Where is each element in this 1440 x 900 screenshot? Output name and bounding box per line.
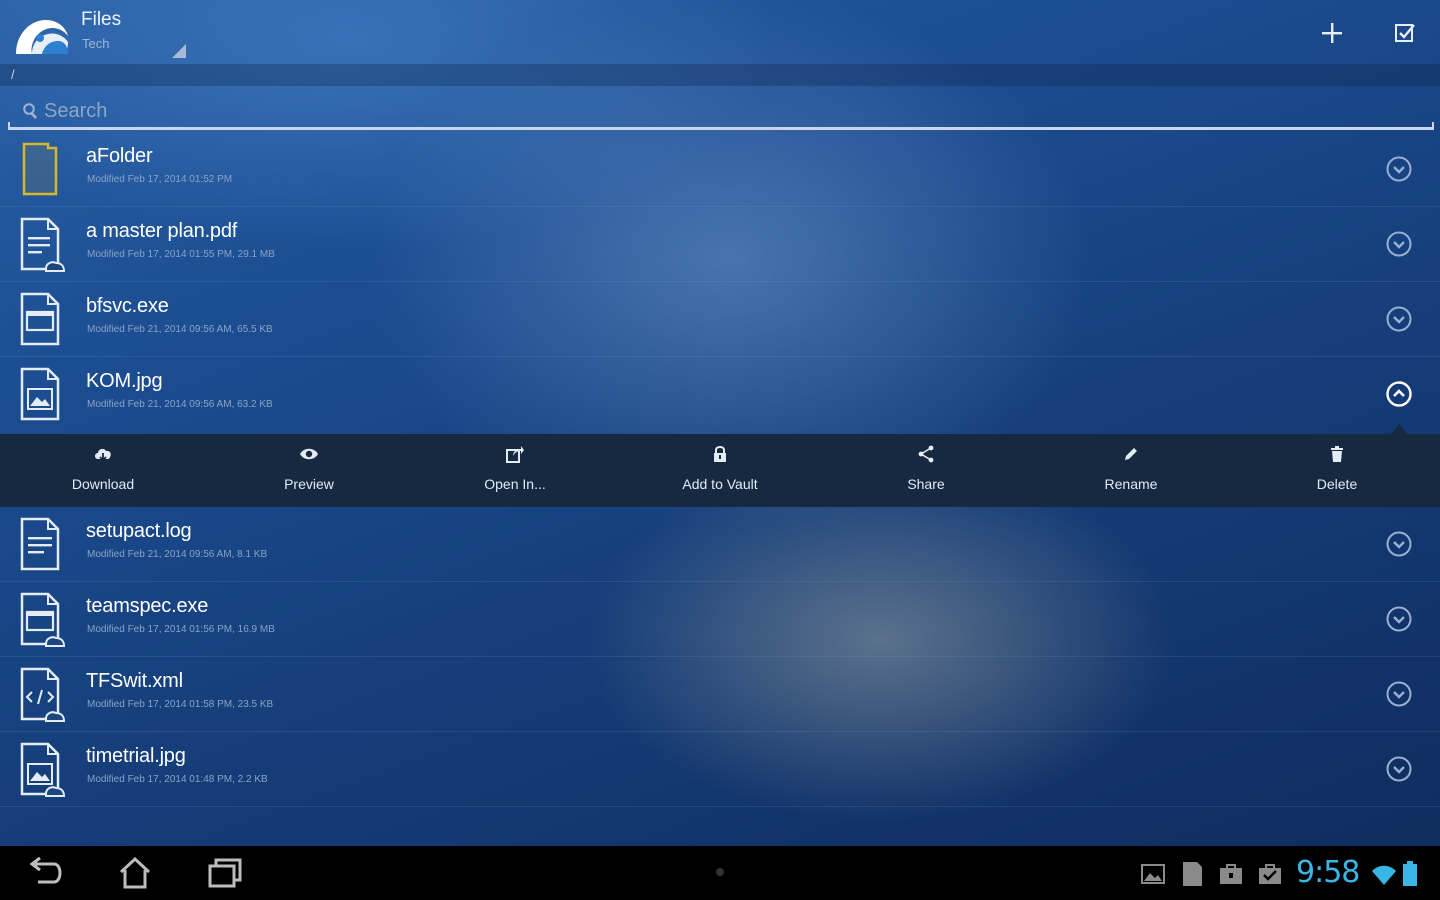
file-name: setupact.log — [86, 520, 192, 542]
file-name: a master plan.pdf — [86, 220, 238, 242]
app-logo-icon[interactable] — [12, 10, 72, 60]
list-item[interactable]: bfsvc.exe Modified Feb 21, 2014 09:56 AM… — [0, 282, 1440, 357]
file-meta: Modified Feb 21, 2014 09:56 AM, 8.1 KB — [87, 549, 268, 560]
action-bar: Files Tech — [0, 0, 1440, 66]
share-icon — [918, 445, 934, 463]
account-subtitle[interactable]: Tech — [82, 36, 109, 51]
add-button[interactable] — [1317, 18, 1347, 48]
application-icon — [20, 292, 60, 346]
file-name: teamspec.exe — [86, 595, 209, 617]
add-to-vault-button[interactable]: Add to Vault — [640, 434, 800, 507]
status-clock[interactable]: 9:58 — [1296, 855, 1360, 890]
breadcrumb: / — [0, 64, 1440, 86]
select-mode-button[interactable] — [1390, 18, 1420, 48]
wifi-icon — [1372, 865, 1396, 885]
delete-button[interactable]: Delete — [1257, 434, 1417, 507]
file-meta: Modified Feb 17, 2014 01:58 PM, 23.5 KB — [87, 699, 274, 710]
file-name: KOM.jpg — [86, 370, 163, 392]
open-external-icon — [506, 446, 524, 463]
action-strip-pointer — [1391, 424, 1407, 434]
task-check-notification-icon[interactable] — [1256, 860, 1284, 888]
share-button[interactable]: Share — [846, 434, 1006, 507]
list-item[interactable]: setupact.log Modified Feb 21, 2014 09:56… — [0, 507, 1440, 582]
action-label: Preview — [284, 476, 334, 492]
file-meta: Modified Feb 17, 2014 01:52 PM — [87, 174, 233, 185]
search-icon — [23, 103, 38, 119]
trash-icon — [1331, 446, 1343, 462]
search-input[interactable] — [44, 96, 1424, 126]
list-item[interactable]: teamspec.exe Modified Feb 17, 2014 01:56… — [0, 582, 1440, 657]
gallery-notification-icon[interactable] — [1139, 860, 1167, 888]
file-meta: Modified Feb 17, 2014 01:48 PM, 2.2 KB — [87, 774, 268, 785]
action-label: Delete — [1316, 476, 1358, 492]
preview-button[interactable]: Preview — [229, 434, 389, 507]
chevron-up-icon[interactable] — [1384, 379, 1414, 409]
chevron-down-icon[interactable] — [1384, 154, 1414, 184]
folder-icon — [22, 142, 58, 196]
action-label: Download — [71, 476, 135, 492]
action-label: Add to Vault — [682, 476, 758, 492]
chevron-down-icon[interactable] — [1384, 529, 1414, 559]
action-label: Share — [907, 476, 945, 492]
home-icon[interactable] — [115, 856, 155, 890]
battery-icon — [1403, 861, 1417, 886]
action-label: Open In... — [484, 476, 546, 492]
breadcrumb-path[interactable]: / — [11, 67, 15, 82]
image-icon — [20, 742, 66, 797]
chevron-down-icon[interactable] — [1384, 679, 1414, 709]
document-icon — [20, 217, 66, 272]
cloud-download-icon — [95, 448, 111, 462]
rename-button[interactable]: Rename — [1051, 434, 1211, 507]
list-item-expanded[interactable]: KOM.jpg Modified Feb 21, 2014 09:56 AM, … — [0, 357, 1440, 432]
search-underline — [8, 122, 1434, 130]
file-name: aFolder — [86, 145, 153, 167]
chevron-down-icon[interactable] — [1384, 754, 1414, 784]
search-bar — [8, 92, 1434, 132]
file-meta: Modified Feb 21, 2014 09:56 AM, 65.5 KB — [87, 324, 273, 335]
file-meta: Modified Feb 21, 2014 09:56 AM, 63.2 KB — [87, 399, 273, 410]
image-icon — [20, 367, 60, 421]
dropdown-indicator-icon[interactable] — [172, 44, 186, 58]
app-title[interactable]: Files — [81, 9, 121, 31]
plus-icon — [1322, 23, 1342, 43]
file-name: timetrial.jpg — [86, 745, 186, 767]
eye-icon — [300, 448, 318, 460]
checkbox-select-icon — [1395, 24, 1415, 42]
action-label: Rename — [1104, 476, 1158, 492]
file-name: TFSwit.xml — [86, 670, 183, 692]
chevron-down-icon[interactable] — [1384, 229, 1414, 259]
code-file-icon — [20, 667, 66, 722]
file-meta: Modified Feb 17, 2014 01:55 PM, 29.1 MB — [87, 249, 275, 260]
list-item[interactable]: TFSwit.xml Modified Feb 17, 2014 01:58 P… — [0, 657, 1440, 732]
back-icon[interactable] — [26, 856, 66, 890]
list-item[interactable]: timetrial.jpg Modified Feb 17, 2014 01:4… — [0, 732, 1440, 807]
chevron-down-icon[interactable] — [1384, 604, 1414, 634]
application-icon — [20, 592, 66, 647]
file-action-strip: Download Preview Open In... Add to Vault… — [0, 434, 1440, 507]
chevron-down-icon[interactable] — [1384, 304, 1414, 334]
text-file-icon — [20, 517, 60, 571]
open-in-button[interactable]: Open In... — [435, 434, 595, 507]
nav-indicator-dot — [716, 868, 724, 876]
list-item[interactable]: aFolder Modified Feb 17, 2014 01:52 PM — [0, 132, 1440, 207]
list-item[interactable]: a master plan.pdf Modified Feb 17, 2014 … — [0, 207, 1440, 282]
recent-apps-icon[interactable] — [205, 856, 245, 890]
file-name: bfsvc.exe — [86, 295, 169, 317]
sd-card-notification-icon[interactable] — [1178, 860, 1206, 888]
files-app: Files Tech / Search aFolder Modified Feb… — [0, 0, 1440, 846]
store-bag-notification-icon[interactable] — [1217, 860, 1245, 888]
download-button[interactable]: Download — [23, 434, 183, 507]
file-meta: Modified Feb 17, 2014 01:56 PM, 16.9 MB — [87, 624, 275, 635]
pencil-icon — [1125, 448, 1137, 460]
lock-icon — [714, 446, 726, 462]
